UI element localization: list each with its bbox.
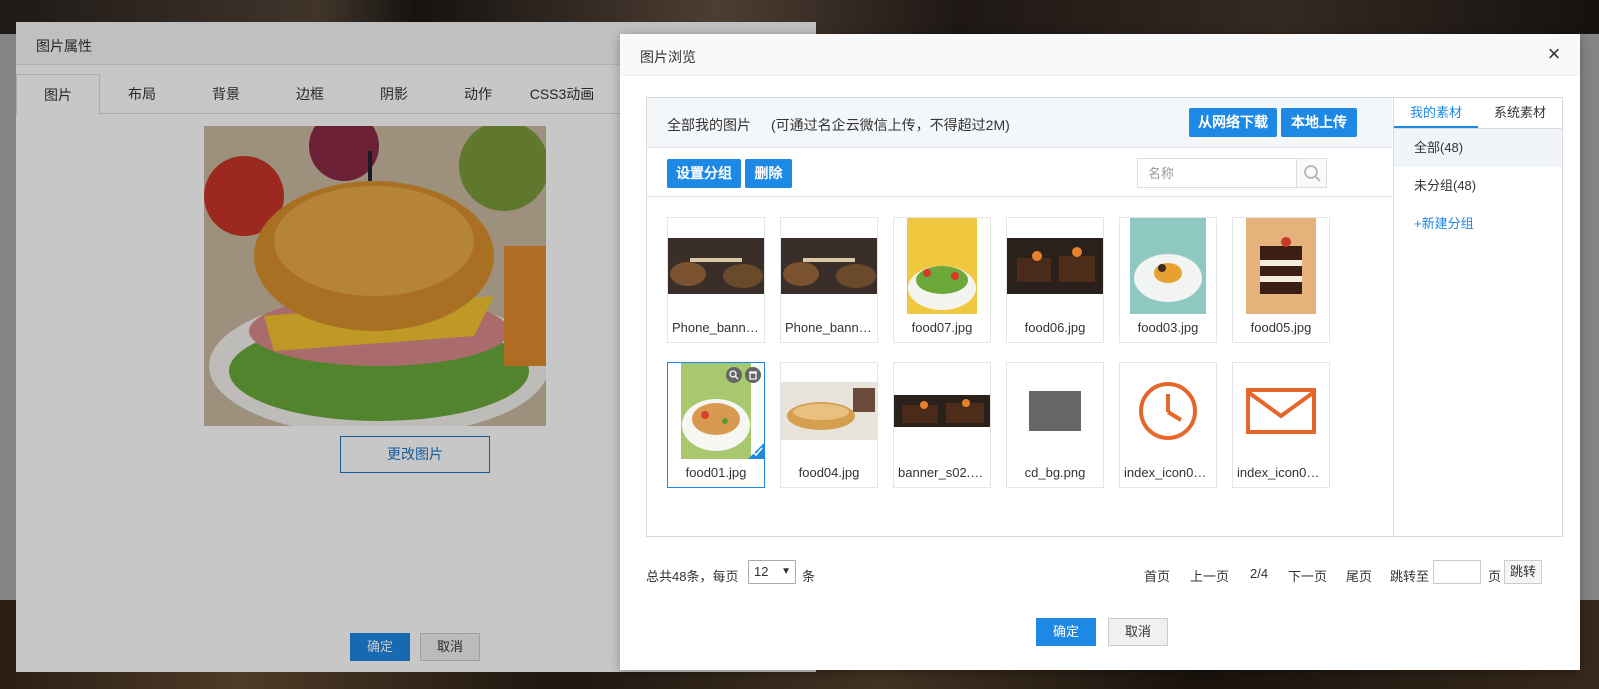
clock-icon [1120,363,1216,459]
image-filename: Phone_banner.jpg [672,320,764,335]
search-box [1137,158,1327,188]
jump-button[interactable]: 跳转 [1504,560,1542,584]
checkmark-glyph [751,443,763,460]
browser-toolbar: 设置分组 删除 [647,149,1392,197]
envelope-icon [1233,363,1329,459]
image-filename: cd_bg.png [1024,465,1086,480]
search-icon[interactable] [1296,159,1326,187]
image-card[interactable]: food07.jpg [893,217,991,343]
image-card[interactable]: Phone_banner.jpg [667,217,765,343]
image-filename: food01.jpg [685,465,747,480]
delete-button[interactable]: 删除 [745,159,792,188]
image-filename: index_icon01.png [1124,465,1216,480]
image-filename: food05.jpg [1250,320,1312,335]
material-sidebar: 我的素材 系统素材 全部(48) 未分组(48) +新建分组 [1393,98,1562,536]
all-images-title: 全部我的图片 [667,117,751,133]
image-browser-dialog: 图片浏览 × 全部我的图片 (可通过名企云微信上传，不得超过2M) 从网络下载 … [620,34,1580,670]
image-filename: Phone_banner.jpg [785,320,877,335]
next-page-link[interactable]: 下一页 [1288,566,1327,585]
image-filename: banner_s02.jpg [898,465,988,480]
browser-header: 全部我的图片 (可通过名企云微信上传，不得超过2M) 从网络下载 本地上传 [647,98,1392,148]
close-icon[interactable]: × [1542,42,1566,66]
prev-page-link[interactable]: 上一页 [1190,566,1229,585]
jump-to-label: 跳转至 [1390,569,1430,584]
image-card[interactable]: food04.jpg [780,362,878,488]
per-page-unit: 条 [802,569,816,584]
pagination: 总共48条，每页 12 ▼ 条 首页 上一页 2/4 下一页 尾页 跳转至 页 跳… [646,560,1563,586]
set-group-button[interactable]: 设置分组 [667,159,741,188]
image-browser: 全部我的图片 (可通过名企云微信上传，不得超过2M) 从网络下载 本地上传 设置… [646,97,1563,537]
image-card[interactable]: food05.jpg [1232,217,1330,343]
image-card[interactable]: food06.jpg [1006,217,1104,343]
image-filename: food06.jpg [1024,320,1086,335]
trash-icon[interactable] [745,367,761,383]
image-card[interactable]: Phone_banner.jpg [780,217,878,343]
image-card[interactable]: banner_s02.jpg [893,362,991,488]
tab-my-materials[interactable]: 我的素材 [1394,98,1478,128]
dropdown-arrow-icon: ▼ [781,566,791,577]
last-page-link[interactable]: 尾页 [1346,566,1372,585]
local-upload-button[interactable]: 本地上传 [1281,108,1357,137]
download-from-web-button[interactable]: 从网络下载 [1189,108,1277,137]
upload-note: (可通过名企云微信上传，不得超过2M) [771,117,1010,133]
image-filename: food03.jpg [1137,320,1199,335]
group-ungrouped[interactable]: 未分组(48) [1394,167,1562,205]
first-page-link[interactable]: 首页 [1144,566,1170,585]
tab-system-materials[interactable]: 系统素材 [1478,98,1562,128]
current-page: 2/4 [1250,566,1269,581]
image-card[interactable]: cd_bg.png [1006,362,1104,488]
zoom-icon[interactable] [726,367,742,383]
total-count: 总共48条，每页 [646,569,739,584]
image-filename: food07.jpg [911,320,973,335]
search-input[interactable] [1138,159,1298,187]
image-filename: food04.jpg [798,465,860,480]
ok-button[interactable]: 确定 [1036,618,1096,646]
page-unit: 页 [1488,569,1502,584]
cancel-button[interactable]: 取消 [1108,618,1168,646]
per-page-select[interactable]: 12 ▼ [748,560,796,584]
image-card-selected[interactable]: food01.jpg [667,362,765,488]
image-card[interactable]: index_icon02.png [1232,362,1330,488]
jump-page-input[interactable] [1433,560,1481,584]
dialog-title: 图片浏览 [620,34,1580,76]
group-all[interactable]: 全部(48) [1394,129,1562,167]
image-card[interactable]: index_icon01.png [1119,362,1217,488]
new-group-link[interactable]: +新建分组 [1394,205,1562,243]
image-filename: index_icon02.png [1237,465,1329,480]
image-card[interactable]: food03.jpg [1119,217,1217,343]
